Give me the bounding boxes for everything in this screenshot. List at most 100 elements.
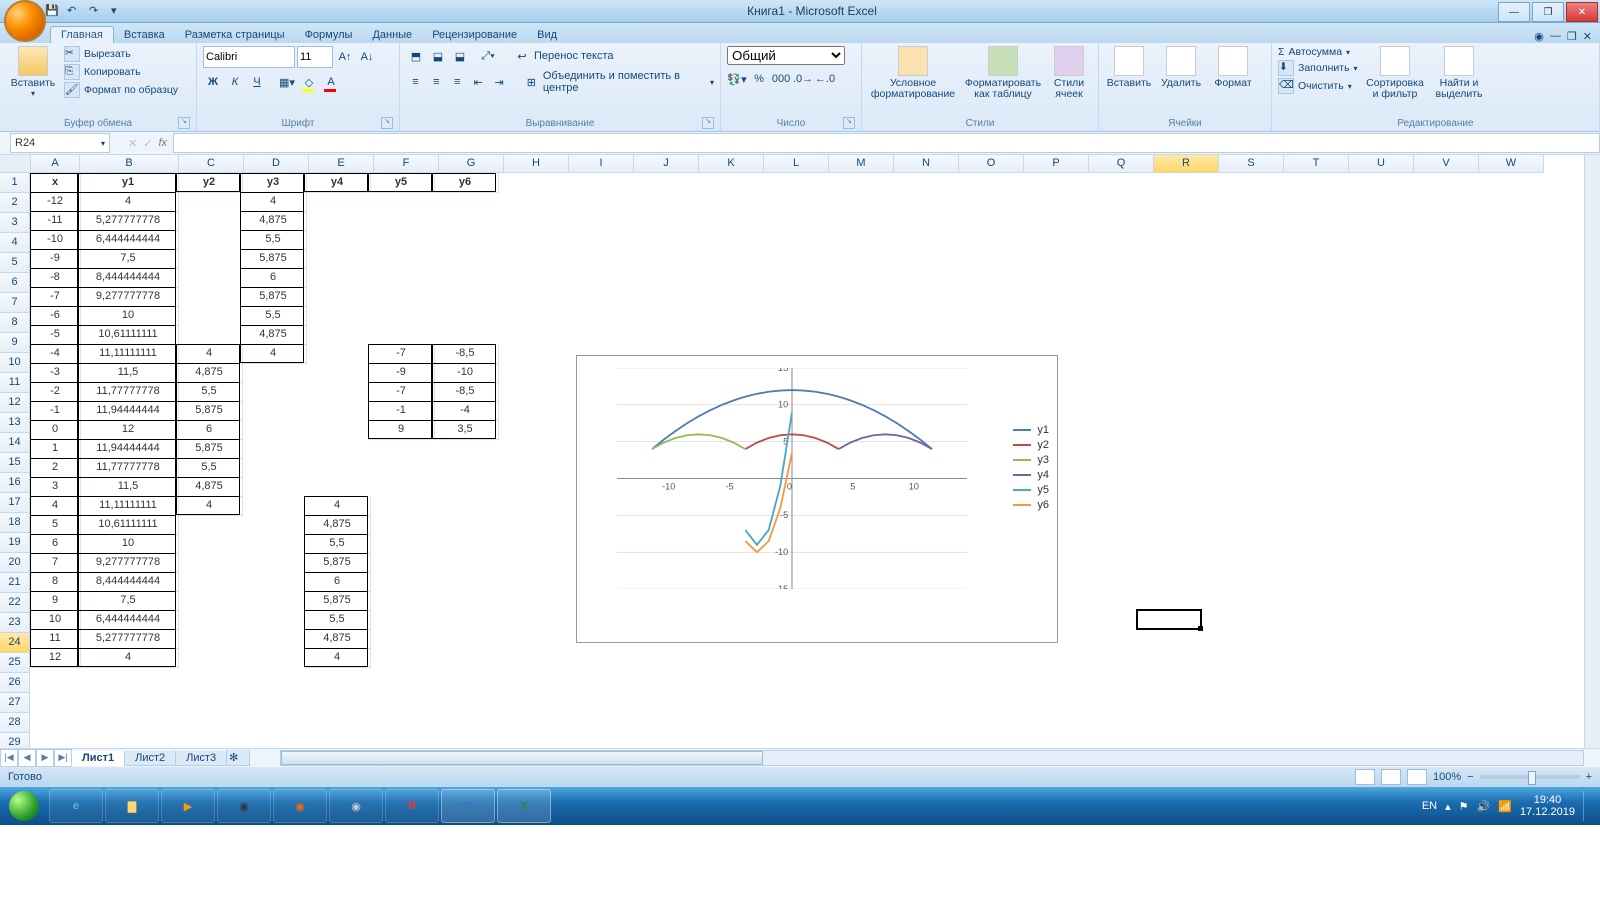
legend-item-y1[interactable]: y1 <box>1013 424 1049 436</box>
row-header-25[interactable]: 25 <box>0 653 30 673</box>
cell-A15[interactable]: 1 <box>30 439 81 459</box>
row-header-18[interactable]: 18 <box>0 513 30 533</box>
increase-font-icon[interactable]: A↑ <box>335 47 355 67</box>
taskbar-wmp[interactable]: ▶ <box>161 789 215 823</box>
worksheet-grid[interactable]: ABCDEFGHIJKLMNOPQRSTUVW 1234567891011121… <box>0 155 1600 748</box>
col-header-C[interactable]: C <box>179 155 244 173</box>
cell-B11[interactable]: 11,5 <box>78 363 179 383</box>
cell-E25[interactable]: 4,875 <box>304 629 371 649</box>
show-desktop-button[interactable] <box>1583 791 1592 821</box>
row-header-9[interactable]: 9 <box>0 333 30 353</box>
cell-A24[interactable]: 10 <box>30 610 81 630</box>
undo-icon[interactable]: ↶ <box>66 3 82 19</box>
cell-A17[interactable]: 3 <box>30 477 81 497</box>
cell-A20[interactable]: 6 <box>30 534 81 554</box>
find-select-button[interactable]: Найти и выделить <box>1430 46 1488 100</box>
chart-legend[interactable]: y1y2y3y4y5y6 <box>1013 421 1049 514</box>
embedded-chart[interactable]: -15-10-5051015-15-10-551015 y1y2y3y4y5y6 <box>576 355 1058 643</box>
vertical-scrollbar[interactable] <box>1584 155 1600 748</box>
row-header-15[interactable]: 15 <box>0 453 30 473</box>
cell-G1[interactable]: y6 <box>432 173 499 193</box>
col-header-D[interactable]: D <box>244 155 309 173</box>
row-header-11[interactable]: 11 <box>0 373 30 393</box>
cancel-formula-icon[interactable]: ✕ <box>128 137 137 150</box>
help-icon[interactable]: ◉ <box>1534 30 1544 43</box>
enter-formula-icon[interactable]: ✓ <box>143 137 152 150</box>
cell-C1[interactable]: y2 <box>176 173 243 193</box>
copy-button[interactable]: ⎘Копировать <box>64 64 178 80</box>
col-header-V[interactable]: V <box>1414 155 1479 173</box>
cell-E26[interactable]: 4 <box>304 648 371 668</box>
cell-B24[interactable]: 6,444444444 <box>78 610 179 630</box>
row-header-29[interactable]: 29 <box>0 733 30 748</box>
row-header-8[interactable]: 8 <box>0 313 30 333</box>
select-all-triangle[interactable] <box>0 155 31 173</box>
cell-G12[interactable]: -8,5 <box>432 382 499 402</box>
formula-input[interactable] <box>173 133 1600 153</box>
cell-A12[interactable]: -2 <box>30 382 81 402</box>
conditional-formatting-button[interactable]: Условное форматирование <box>868 46 958 100</box>
cell-C18[interactable]: 4 <box>176 496 243 516</box>
cell-E18[interactable]: 4 <box>304 496 371 516</box>
minimize-button[interactable]: — <box>1498 2 1530 22</box>
col-header-Q[interactable]: Q <box>1089 155 1154 173</box>
legend-item-y6[interactable]: y6 <box>1013 499 1049 511</box>
page-layout-view-button[interactable] <box>1381 769 1401 785</box>
cell-A22[interactable]: 8 <box>30 572 81 592</box>
cell-D2[interactable]: 4 <box>240 192 307 212</box>
cell-B3[interactable]: 5,277777778 <box>78 211 179 231</box>
cell-A4[interactable]: -10 <box>30 230 81 250</box>
cell-B17[interactable]: 11,5 <box>78 477 179 497</box>
row-header-22[interactable]: 22 <box>0 593 30 613</box>
taskbar-word[interactable]: W <box>441 789 495 823</box>
format-as-table-button[interactable]: Форматировать как таблицу <box>962 46 1044 100</box>
cell-A19[interactable]: 5 <box>30 515 81 535</box>
cell-B14[interactable]: 12 <box>78 420 179 440</box>
cell-G10[interactable]: -8,5 <box>432 344 499 364</box>
cell-A25[interactable]: 11 <box>30 629 81 649</box>
percent-icon[interactable]: % <box>749 69 769 89</box>
cell-B18[interactable]: 11,11111111 <box>78 496 179 516</box>
language-indicator[interactable]: EN <box>1422 800 1437 812</box>
cell-D1[interactable]: y3 <box>240 173 307 193</box>
decrease-indent-icon[interactable]: ⇤ <box>469 72 488 92</box>
cell-A1[interactable]: x <box>30 173 81 193</box>
cell-C11[interactable]: 4,875 <box>176 363 243 383</box>
cell-A3[interactable]: -11 <box>30 211 81 231</box>
sheet-tab-2[interactable]: Лист2 <box>124 751 176 766</box>
cell-A6[interactable]: -8 <box>30 268 81 288</box>
taskbar-ie[interactable]: e <box>49 789 103 823</box>
col-header-A[interactable]: A <box>31 155 80 173</box>
row-header-10[interactable]: 10 <box>0 353 30 373</box>
insert-cells-button[interactable]: Вставить <box>1105 46 1153 89</box>
cell-D5[interactable]: 5,875 <box>240 249 307 269</box>
cell-E24[interactable]: 5,5 <box>304 610 371 630</box>
row-header-23[interactable]: 23 <box>0 613 30 633</box>
cell-G11[interactable]: -10 <box>432 363 499 383</box>
format-cells-button[interactable]: Формат <box>1209 46 1257 89</box>
cell-A16[interactable]: 2 <box>30 458 81 478</box>
align-bottom-icon[interactable]: ⬓ <box>450 46 470 66</box>
cell-B20[interactable]: 10 <box>78 534 179 554</box>
cell-A13[interactable]: -1 <box>30 401 81 421</box>
cell-A7[interactable]: -7 <box>30 287 81 307</box>
col-header-N[interactable]: N <box>894 155 959 173</box>
row-header-4[interactable]: 4 <box>0 233 30 253</box>
col-header-L[interactable]: L <box>764 155 829 173</box>
close-button[interactable]: ✕ <box>1566 2 1598 22</box>
col-header-J[interactable]: J <box>634 155 699 173</box>
cell-A14[interactable]: 0 <box>30 420 81 440</box>
save-icon[interactable]: 💾 <box>44 3 60 19</box>
taskbar-yandex[interactable]: Я <box>385 789 439 823</box>
taskbar-firefox[interactable]: ◉ <box>273 789 327 823</box>
cell-B12[interactable]: 11,77777778 <box>78 382 179 402</box>
col-header-I[interactable]: I <box>569 155 634 173</box>
sheet-tab-1[interactable]: Лист1 <box>71 751 125 766</box>
row-header-1[interactable]: 1 <box>0 173 30 193</box>
cell-A23[interactable]: 9 <box>30 591 81 611</box>
network-icon[interactable]: 📶 <box>1498 800 1512 813</box>
increase-indent-icon[interactable]: ⇥ <box>490 72 509 92</box>
col-header-S[interactable]: S <box>1219 155 1284 173</box>
cell-B19[interactable]: 10,61111111 <box>78 515 179 535</box>
row-header-19[interactable]: 19 <box>0 533 30 553</box>
